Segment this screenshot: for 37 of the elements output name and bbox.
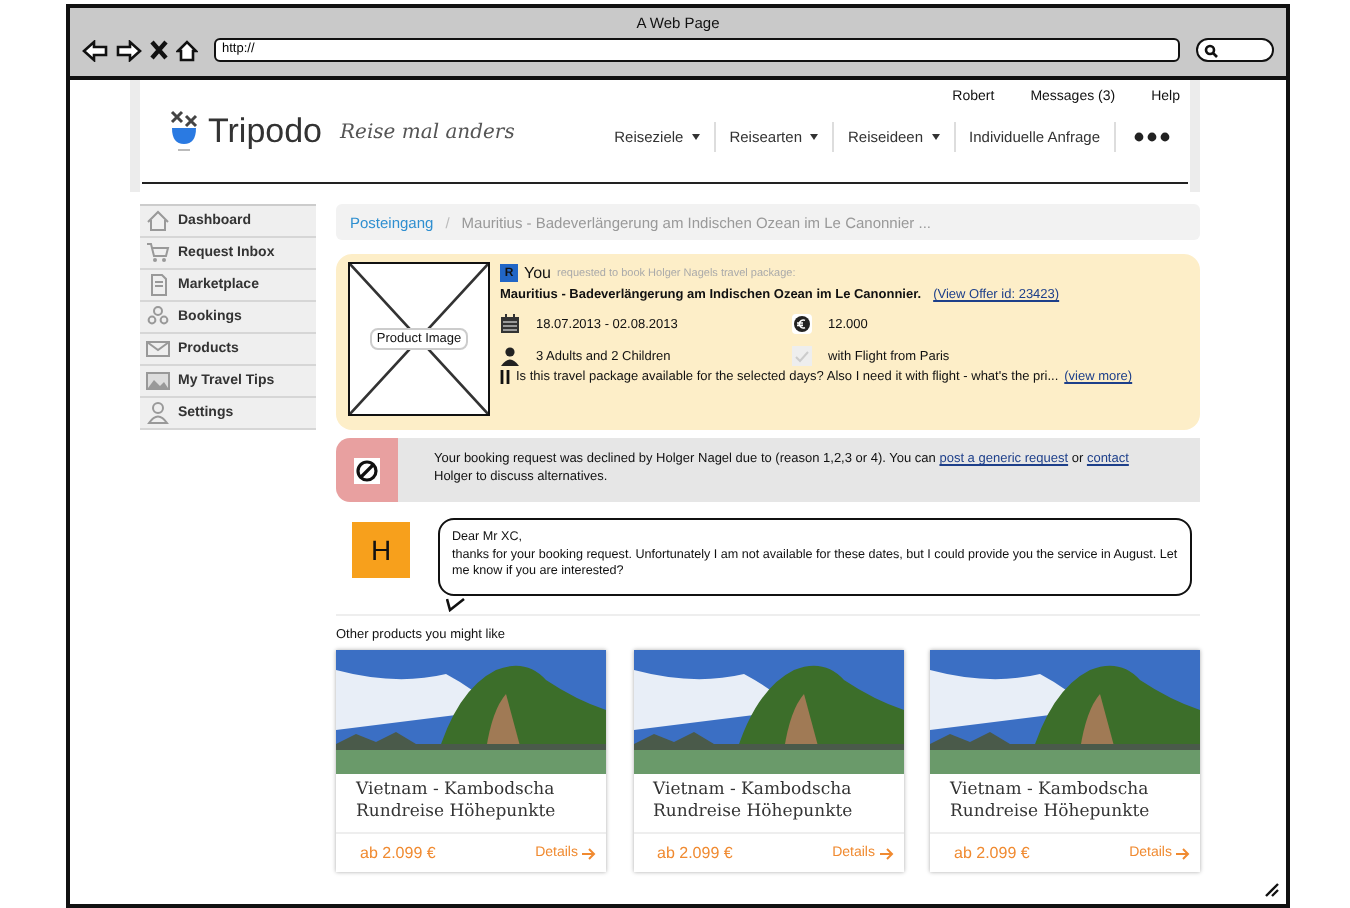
search-icon	[1204, 43, 1218, 57]
envelope-icon	[146, 338, 170, 360]
home-icon[interactable]	[176, 39, 198, 61]
person-icon	[146, 402, 170, 424]
calendar-icon	[500, 314, 520, 334]
logo-text[interactable]: Tripodo	[208, 112, 323, 152]
back-icon[interactable]	[82, 39, 108, 61]
euro-icon	[792, 314, 812, 334]
caret-icon	[931, 133, 940, 139]
arrow-icon	[1176, 847, 1190, 859]
product-title: Vietnam - Kambodscha Rundreise Höhepunkte	[651, 778, 855, 826]
arrow-icon	[879, 847, 893, 859]
arrow-icon	[582, 847, 596, 859]
people-icon	[146, 306, 170, 328]
prohibited-icon	[354, 457, 380, 483]
photo-icon	[146, 370, 170, 392]
more-icon[interactable]	[1134, 131, 1170, 141]
document-icon	[146, 274, 170, 296]
product-title: Vietnam - Kambodscha Rundreise Höhepunkte	[354, 778, 558, 826]
product-price: ab 2.099 €	[954, 844, 1030, 862]
cart-icon	[146, 242, 170, 264]
person-icon	[500, 346, 520, 366]
logo-icon	[166, 110, 202, 154]
resize-grip-icon[interactable]	[1264, 882, 1280, 898]
sender-name: You	[524, 264, 551, 282]
tagline: Reise mal anders	[340, 121, 515, 143]
search-field[interactable]	[1196, 38, 1274, 62]
forward-icon[interactable]	[116, 39, 142, 61]
check-icon	[792, 346, 812, 366]
host-avatar: H	[352, 522, 410, 578]
caret-icon	[810, 133, 818, 139]
product-price: ab 2.099 €	[657, 844, 733, 862]
house-icon	[146, 210, 170, 232]
product-price: ab 2.099 €	[360, 844, 436, 862]
product-title: Vietnam - Kambodscha Rundreise Höhepunkte	[948, 778, 1152, 826]
close-icon[interactable]	[150, 40, 168, 60]
caret-icon	[691, 133, 700, 139]
